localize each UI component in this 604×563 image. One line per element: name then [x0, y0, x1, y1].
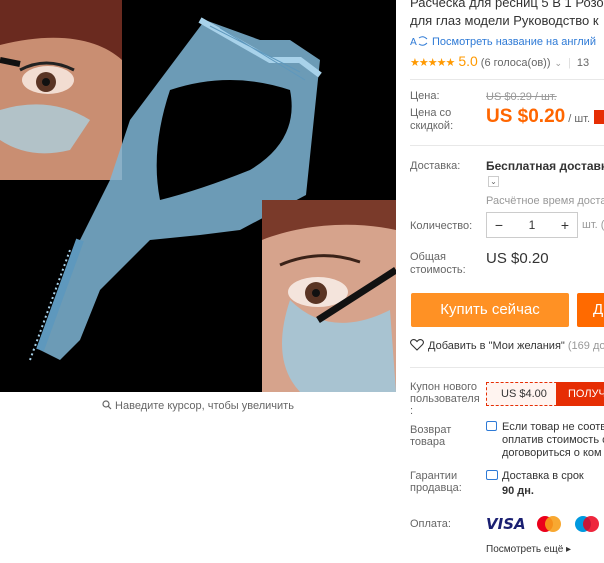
translate-title-link[interactable]: A Посмотреть название на англий	[410, 35, 596, 48]
rating-value: 5.0	[458, 53, 478, 69]
divider: |	[568, 57, 571, 69]
title-line-1: Расческа для ресниц 5 В 1 Розо	[410, 0, 604, 10]
guarantee-days: 90 дн.	[502, 485, 534, 497]
get-coupon-button[interactable]: ПОЛУЧ	[556, 382, 604, 406]
new-user-coupon-label: Купон нового пользователя :	[410, 381, 480, 417]
quantity-minus-button[interactable]: −	[487, 217, 511, 233]
add-to-cart-button[interactable]: Д	[577, 293, 604, 327]
total-price: US $0.20	[486, 250, 549, 267]
divider	[410, 79, 604, 80]
product-image[interactable]	[0, 0, 396, 392]
product-info-panel: Расческа для ресниц 5 В 1 Розо для глаз …	[410, 0, 604, 563]
product-title: Расческа для ресниц 5 В 1 Розо для глаз …	[410, 0, 604, 30]
translate-icon: A	[410, 36, 428, 47]
quantity-unit: шт. (	[582, 219, 604, 231]
seller-guarantee-label: Гарантии продавца:	[410, 470, 462, 494]
mastercard-logo-icon	[536, 516, 561, 532]
payment-label: Оплата:	[410, 518, 451, 530]
price-unit: / шт.	[568, 113, 591, 125]
returns-label: Возврат товара	[410, 424, 452, 448]
wishlist-label: Добавить в "Мои желания"	[428, 340, 565, 352]
divider	[410, 145, 604, 146]
coupon-value: US $4.00	[486, 382, 562, 406]
price-value: US $0.20	[486, 106, 566, 127]
shipping-method[interactable]: Бесплатная доставка	[486, 159, 604, 173]
heart-icon	[410, 339, 424, 351]
add-to-wishlist-link[interactable]: Добавить в "Мои желания" (169 до	[410, 339, 604, 352]
shipping-dropdown-icon[interactable]: ⌄	[488, 176, 499, 187]
total-label: Общая стоимость:	[410, 251, 466, 276]
visa-logo-icon: VISA	[486, 515, 526, 533]
payment-methods: VISA	[486, 514, 604, 534]
wishlist-count: (169 до	[567, 340, 604, 352]
quantity-input[interactable]: 1	[511, 218, 553, 232]
rating-row: ★★★★★ 5.0 (6 голоса(ов)) ⌄ | 13	[410, 53, 589, 69]
face-inset-bottom	[262, 200, 396, 392]
maestro-logo-icon	[574, 516, 599, 532]
price-label: Цена:	[410, 90, 440, 102]
translate-link-label: Посмотреть название на англий	[432, 36, 596, 48]
return-policy-icon	[486, 421, 497, 431]
rating-stars-icon: ★★★★★	[410, 57, 455, 69]
magnifier-icon	[102, 400, 112, 410]
quantity-label: Количество:	[410, 220, 473, 232]
current-price: US $0.20/ шт.	[486, 106, 604, 128]
shipping-estimate: Расчётное время доставки	[486, 195, 604, 207]
zoom-hint-text: Наведите курсор, чтобы увеличить	[115, 400, 294, 412]
more-payment-methods-link[interactable]: Посмотреть ещё ▸	[486, 544, 571, 555]
svg-text:A: A	[410, 37, 417, 47]
face-inset-top	[0, 0, 122, 180]
old-price: US $0.29 / шт.	[486, 91, 557, 103]
orders-count: 13	[576, 57, 590, 69]
chevron-right-icon: ▸	[566, 544, 572, 555]
delivery-guarantee-icon	[486, 470, 498, 480]
divider	[410, 367, 604, 368]
discount-price-label: Цена со скидкой:	[410, 107, 454, 132]
shipping-label: Доставка:	[410, 160, 461, 172]
mascara-guard-photo	[0, 0, 396, 392]
zoom-hint: Наведите курсор, чтобы увеличить	[0, 400, 396, 412]
quantity-plus-button[interactable]: +	[553, 217, 577, 233]
quantity-stepper[interactable]: − 1 +	[486, 212, 578, 238]
discount-badge	[594, 110, 604, 124]
buy-now-button[interactable]: Купить сейчас	[411, 293, 569, 327]
title-line-2: для глаз модели Руководство к	[410, 13, 599, 28]
returns-policy: Если товар не соотв оплатив стоимость с …	[486, 421, 604, 460]
reviews-link[interactable]: (6 голоса(ов))	[481, 57, 551, 69]
seller-guarantee: Доставка в срок 90 дн.	[486, 469, 584, 499]
chevron-down-icon[interactable]: ⌄	[555, 58, 563, 68]
